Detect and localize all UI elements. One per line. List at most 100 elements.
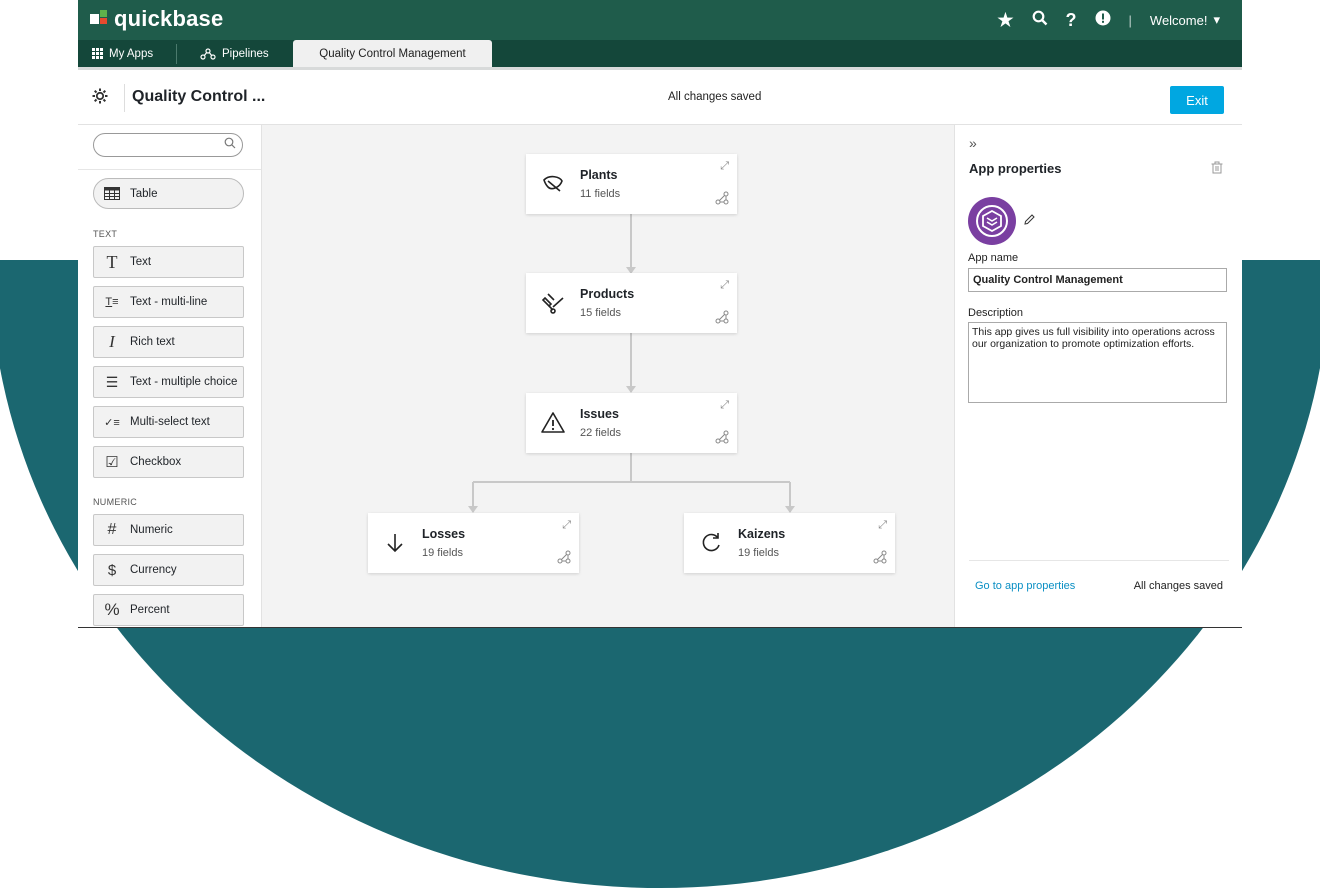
numeric-section-label: NUMERIC [93,497,138,507]
relationship-icon[interactable] [715,430,729,447]
expand-icon[interactable]: ⤢ [720,160,729,173]
table-card-losses[interactable]: Losses 19 fields ⤢ [368,513,579,573]
add-table-button[interactable]: Table [93,178,244,209]
top-bar: quickbase ★ ? | Welcome! ▾ [78,0,1242,40]
table-name: Losses [422,527,466,541]
expand-icon[interactable]: ⤢ [720,399,729,412]
field-rich-text[interactable]: I Rich text [93,326,244,358]
relationship-icon[interactable] [715,310,729,327]
tab-active-label: Quality Control Management [319,47,466,60]
description-label: Description [968,307,1024,319]
properties-panel: » App properties App name Description Th… [954,125,1242,627]
table-name: Products [580,287,635,301]
table-field-count: 22 fields [580,427,621,439]
panel-footer-divider [969,560,1229,561]
table-field-count: 15 fields [580,307,621,319]
field-label: Multi-select text [130,416,210,428]
palette-divider [78,169,261,170]
gear-icon[interactable] [92,88,108,109]
app-name-field[interactable] [968,268,1227,292]
table-card-products[interactable]: Products 15 fields ⤢ [526,273,737,333]
top-divider: | [1128,12,1132,28]
dollar-icon: $ [107,561,117,579]
refresh-icon [702,533,720,552]
app-window: quickbase ★ ? | Welcome! ▾ My Apps Pipel… [78,0,1242,627]
field-text-multiple-choice[interactable]: ☰ Text - multiple choice [93,366,244,398]
panel-save-status: All changes saved [1133,580,1223,592]
expand-icon[interactable]: ⤢ [878,519,887,532]
table-card-kaizens[interactable]: Kaizens 19 fields ⤢ [684,513,895,573]
app-name-label: App name [968,252,1019,264]
tab-quality-control-management[interactable]: Quality Control Management [293,40,492,67]
star-icon[interactable]: ★ [997,10,1013,31]
field-numeric[interactable]: # Numeric [93,514,244,546]
schema-canvas[interactable]: Plants 11 fields ⤢ Products 15 fields ⤢ … [262,125,954,627]
help-icon[interactable]: ? [1066,10,1077,31]
leaf-icon [543,175,563,192]
go-to-app-properties-link[interactable]: Go to app properties [975,580,1075,592]
table-card-issues[interactable]: Issues 22 fields ⤢ [526,393,737,453]
arrow-down-icon [387,534,403,553]
field-text-multi-line[interactable]: T≡ Text - multi-line [93,286,244,318]
top-actions: ★ ? | Welcome! ▾ [997,0,1220,40]
list-icon: ☰ [105,373,119,390]
hash-icon: # [107,521,117,538]
caret-down-icon: ▾ [1213,12,1220,27]
field-label: Text - multiple choice [130,376,238,388]
field-label: Text - multi-line [130,296,208,308]
field-percent[interactable]: % Percent [93,594,244,626]
search-input[interactable] [93,133,243,157]
table-name: Issues [580,407,619,421]
app-icon[interactable] [968,197,1016,245]
table-label: Table [130,187,158,200]
italic-icon: I [109,332,115,351]
welcome-label: Welcome! [1149,12,1208,28]
text-type-icon: T [106,251,118,272]
field-label: Currency [130,564,177,576]
table-name: Plants [580,168,618,182]
trash-icon[interactable] [1211,161,1223,177]
search-icon [224,137,236,152]
alert-icon[interactable] [1095,10,1111,31]
expand-icon[interactable]: ⤢ [562,519,571,532]
field-checkbox[interactable]: ☑ Checkbox [93,446,244,478]
table-card-plants[interactable]: Plants 11 fields ⤢ [526,154,737,214]
relationship-icon[interactable] [715,191,729,208]
logo-mark-icon [90,10,108,28]
save-status: All changes saved [668,91,762,103]
field-label: Text [130,256,152,268]
quickbase-logo[interactable]: quickbase [90,6,223,32]
field-currency[interactable]: $ Currency [93,554,244,586]
relationship-icon[interactable] [557,550,571,567]
welcome-menu[interactable]: Welcome! ▾ [1150,12,1220,28]
warning-icon [541,412,565,433]
table-field-count: 19 fields [738,547,779,559]
pipelines-icon [200,47,216,60]
table-field-count: 19 fields [422,547,463,559]
text-section-label: TEXT [93,229,118,239]
relationship-icon[interactable] [873,550,887,567]
field-label: Checkbox [130,456,182,468]
logo-text: quickbase [114,6,224,31]
collapse-panel-icon[interactable]: » [969,135,977,151]
search-icon[interactable] [1032,10,1048,31]
tools-icon [541,293,564,314]
tab-pipelines[interactable]: Pipelines [200,40,269,67]
tab-divider [176,44,177,64]
app-hexagon-icon [976,205,1008,237]
field-label: Rich text [130,336,175,348]
field-multi-select-text[interactable]: ✓≡ Multi-select text [93,406,244,438]
tab-my-apps-label: My Apps [109,47,154,60]
field-text[interactable]: T Text [93,246,244,278]
description-field[interactable]: This app gives us full visibility into o… [968,322,1227,403]
panel-title: App properties [969,161,1062,176]
tab-pipelines-label: Pipelines [222,47,269,60]
table-field-count: 11 fields [580,188,621,200]
header-divider [124,84,125,112]
multiline-text-icon: T≡ [105,296,119,308]
tab-my-apps[interactable]: My Apps [92,40,153,67]
exit-button[interactable]: Exit [1170,86,1224,114]
expand-icon[interactable]: ⤢ [720,279,729,292]
table-icon [104,187,120,200]
edit-icon[interactable] [1023,213,1036,229]
